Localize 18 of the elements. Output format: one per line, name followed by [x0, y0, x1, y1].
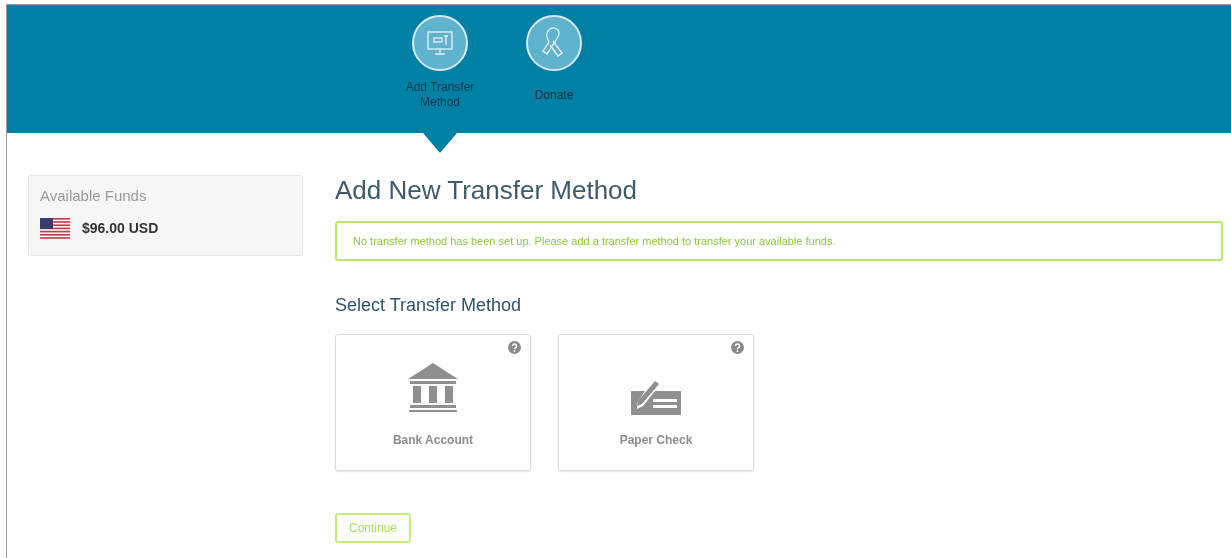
help-icon[interactable] [508, 341, 521, 354]
method-card[interactable]: Paper Check [558, 334, 754, 471]
method-card[interactable]: Bank Account [335, 334, 531, 471]
check-pen-icon [629, 379, 683, 415]
page-title: Add New Transfer Method [335, 175, 639, 205]
method-label: Bank Account [392, 432, 474, 449]
method-label: Paper Check [619, 432, 693, 449]
section-title: Select Transfer Method [335, 294, 523, 317]
help-icon[interactable] [731, 341, 744, 354]
bank-icon [406, 361, 460, 415]
info-alert: No transfer method has been set up. Please add a transfer method to transfer your available funds. [335, 221, 1223, 261]
funds-amount: $96.00 USD [82, 219, 159, 238]
step-tab[interactable]: Donate [509, 5, 599, 133]
monitor-icon [425, 28, 455, 58]
step-tab[interactable]: Add Transfer Method [395, 5, 485, 133]
continue-button[interactable]: Continue [335, 513, 412, 543]
funds-title: Available Funds [40, 186, 148, 206]
us-flag-icon [40, 217, 70, 240]
